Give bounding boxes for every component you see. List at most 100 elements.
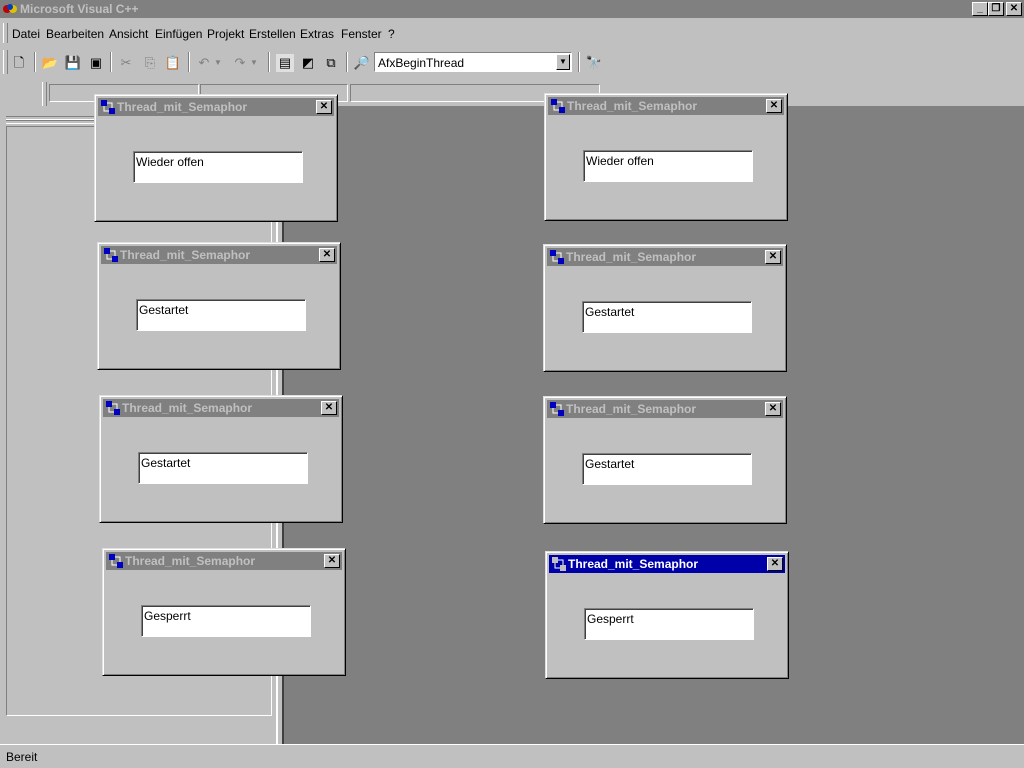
close-icon[interactable]: ✕ [766,99,782,113]
app-icon [104,248,118,262]
undo-icon[interactable]: ↶ [195,54,213,72]
paste-icon[interactable]: 📋 [164,54,182,72]
thread-dialog[interactable]: Thread_mit_Semaphor ✕ Gestartet [543,396,787,524]
find-in-files-icon[interactable]: 🔎 [353,54,371,72]
dialog-title: Thread_mit_Semaphor [568,557,699,571]
thread-dialog-active[interactable]: Thread_mit_Semaphor ✕ Gesperrt [545,551,789,679]
menu-datei[interactable]: Datei [12,27,40,41]
menu-extras[interactable]: Extras [300,27,334,41]
toolbar-separator [34,52,36,72]
status-text: Gesperrt [144,609,191,623]
toolbar-separator [346,52,348,72]
restore-button[interactable]: ❐ [988,2,1004,16]
chevron-down-icon[interactable]: ▼ [556,54,570,70]
status-field[interactable]: Gesperrt [141,605,311,637]
redo-icon[interactable]: ↷ [231,54,249,72]
close-button[interactable]: ✕ [1006,2,1022,16]
thread-dialog[interactable]: Thread_mit_Semaphor ✕ Gesperrt [102,548,346,676]
open-folder-icon[interactable]: 📂 [41,54,59,72]
status-text: Gestartet [141,456,191,470]
standard-toolbar: 🗋 📂 💾 ▣ ✂ ⎘ 📋 ↶ ▼ ↷ ▼ ▤ ◩ ⧉ 🔎 AfxBeginTh… [0,48,640,78]
menu-fenster[interactable]: Fenster [341,27,382,41]
status-bar: Bereit [0,744,1024,768]
thread-dialog[interactable]: Thread_mit_Semaphor ✕ Gestartet [97,242,341,370]
new-file-icon[interactable]: 🗋 [10,54,28,72]
workspace-icon[interactable]: ▤ [276,54,294,72]
status-text: Gestartet [139,303,189,317]
dialog-title: Thread_mit_Semaphor [122,401,253,415]
menu-bar-grip[interactable] [3,23,8,43]
dialog-title: Thread_mit_Semaphor [117,100,248,114]
menu-erstellen[interactable]: Erstellen [249,27,296,41]
dialog-caption[interactable]: Thread_mit_Semaphor ✕ [98,98,334,116]
dialog-title: Thread_mit_Semaphor [120,248,251,262]
app-icon [106,401,120,415]
app-icon [109,554,123,568]
toolbar-separator [188,52,190,72]
undo-dropdown-icon[interactable]: ▼ [213,54,223,72]
app-icon [101,100,115,114]
thread-dialog[interactable]: Thread_mit_Semaphor ✕ Wieder offen [94,94,338,222]
menu-einfuegen[interactable]: Einfügen [155,27,202,41]
thread-dialog[interactable]: Thread_mit_Semaphor ✕ Wieder offen [544,93,788,221]
save-icon[interactable]: 💾 [64,54,82,72]
status-text: Gesperrt [587,612,634,626]
toolbar-grip[interactable] [3,50,8,74]
status-field[interactable]: Gestartet [136,299,306,331]
close-icon[interactable]: ✕ [316,100,332,114]
status-text: Gestartet [585,457,635,471]
thread-dialog[interactable]: Thread_mit_Semaphor ✕ Gestartet [543,244,787,372]
close-icon[interactable]: ✕ [324,554,340,568]
status-text: Gestartet [585,305,635,319]
status-field[interactable]: Wieder offen [583,150,753,182]
copy-icon[interactable]: ⎘ [141,54,159,72]
redo-dropdown-icon[interactable]: ▼ [249,54,259,72]
app-icon [550,250,564,264]
dialog-caption[interactable]: Thread_mit_Semaphor ✕ [547,248,783,266]
status-field[interactable]: Gestartet [138,452,308,484]
close-icon[interactable]: ✕ [321,401,337,415]
output-window-icon[interactable]: ◩ [299,54,317,72]
dialog-title: Thread_mit_Semaphor [125,554,256,568]
status-field[interactable]: Gestartet [582,453,752,485]
app-icon [551,99,565,113]
status-field[interactable]: Gesperrt [584,608,754,640]
app-title-bar[interactable]: Microsoft Visual C++ _ ❐ ✕ [0,0,1024,18]
dialog-caption[interactable]: Thread_mit_Semaphor ✕ [103,399,339,417]
dialog-caption[interactable]: Thread_mit_Semaphor ✕ [548,97,784,115]
app-title: Microsoft Visual C++ [20,2,139,16]
dialog-caption[interactable]: Thread_mit_Semaphor ✕ [549,555,785,573]
cut-icon[interactable]: ✂ [117,54,135,72]
menu-help[interactable]: ? [388,27,395,41]
app-icon [550,402,564,416]
toolbar-separator [578,52,580,72]
status-bar-text: Bereit [6,750,38,764]
close-icon[interactable]: ✕ [767,557,783,571]
find-binoculars-icon[interactable]: 🔭 [585,54,603,72]
dialog-caption[interactable]: Thread_mit_Semaphor ✕ [106,552,342,570]
toolbar-separator [268,52,270,72]
window-list-icon[interactable]: ⧉ [322,54,340,72]
wizard-bar-grip[interactable] [42,82,47,106]
thread-dialog[interactable]: Thread_mit_Semaphor ✕ Gestartet [99,395,343,523]
dialog-caption[interactable]: Thread_mit_Semaphor ✕ [547,400,783,418]
status-field[interactable]: Wieder offen [133,151,303,183]
status-text: Wieder offen [136,155,204,169]
close-icon[interactable]: ✕ [319,248,335,262]
find-combo[interactable]: AfxBeginThread ▼ [374,52,572,72]
minimize-button[interactable]: _ [972,2,988,16]
close-icon[interactable]: ✕ [765,250,781,264]
menu-bearbeiten[interactable]: Bearbeiten [46,27,104,41]
toolbar-separator [110,52,112,72]
save-all-icon[interactable]: ▣ [87,54,105,72]
dialog-title: Thread_mit_Semaphor [566,250,697,264]
menu-ansicht[interactable]: Ansicht [109,27,148,41]
menu-projekt[interactable]: Projekt [207,27,244,41]
dialog-caption[interactable]: Thread_mit_Semaphor ✕ [101,246,337,264]
visual-cpp-logo-icon[interactable] [2,2,18,16]
find-combo-value: AfxBeginThread [378,56,465,70]
status-field[interactable]: Gestartet [582,301,752,333]
app-icon [552,557,566,571]
workspace-pane-grip[interactable] [6,120,96,124]
close-icon[interactable]: ✕ [765,402,781,416]
